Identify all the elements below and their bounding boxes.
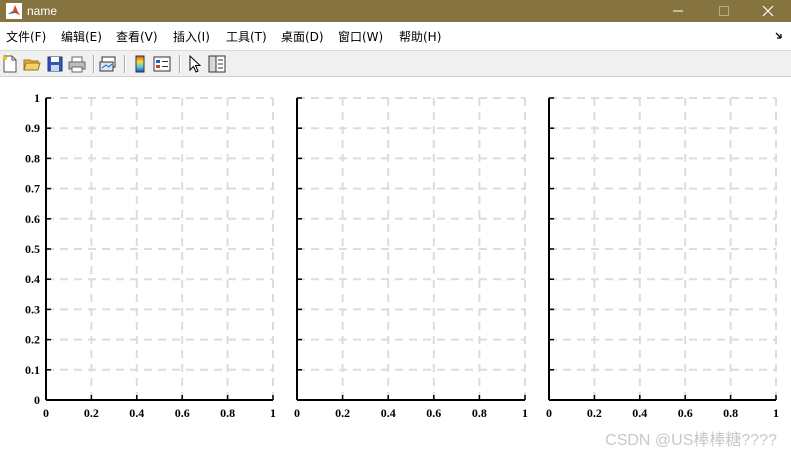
open-file-icon[interactable] [23, 55, 41, 73]
menu-insert[interactable]: 插入(I) [173, 30, 210, 44]
minimize-icon [673, 10, 683, 12]
x-tick-label: 0.8 [472, 406, 487, 420]
figure-canvas: 0 0.2 0.4 0.6 0.8 1 0 0.1 0.2 0.3 0.4 0.5 0.6 0.7 0.8 0… [0, 78, 791, 458]
menu-tools[interactable]: 工具(T) [226, 30, 267, 44]
y-tick-label: 1 [34, 91, 40, 105]
x-tick-label: 0.8 [723, 406, 738, 420]
x-tick-label: 0.4 [129, 406, 144, 420]
x-tick-label: 1 [522, 406, 528, 420]
y-tick-label: 0.5 [25, 242, 40, 256]
menu-file[interactable]: 文件(F) [6, 30, 46, 44]
menu-edit[interactable]: 编辑(E) [61, 30, 102, 44]
y-tick-label: 0.7 [25, 182, 40, 196]
y-tick-label: 0.9 [25, 121, 40, 135]
menu-window[interactable]: 窗口(W) [338, 30, 383, 44]
x-tick-label: 0 [43, 406, 49, 420]
open-property-inspector-icon[interactable] [208, 55, 226, 73]
y-tick-label: 0.6 [25, 212, 40, 226]
x-tick-label: 0.4 [381, 406, 396, 420]
toolbar-separator [179, 55, 181, 73]
y-tick-label: 0.2 [25, 333, 40, 347]
x-tick-label: 1 [773, 406, 779, 420]
maximize-icon [719, 6, 729, 16]
close-button[interactable] [745, 0, 791, 22]
menu-desktop[interactable]: 桌面(D) [281, 30, 324, 44]
y-tick-label: 0 [34, 393, 40, 407]
x-tick-label: 0.6 [678, 406, 693, 420]
figure-toolbar [0, 50, 791, 77]
menu-view[interactable]: 查看(V) [116, 30, 158, 44]
x-tick-label: 0.4 [632, 406, 647, 420]
edit-plot-icon[interactable] [186, 55, 204, 73]
menu-bar: 文件(F) 编辑(E) 查看(V) 插入(I) 工具(T) 桌面(D) 窗口(W… [0, 22, 791, 50]
y-tick-label: 0.3 [25, 302, 40, 316]
toolbar-separator [124, 55, 126, 73]
y-tick-label: 0.8 [25, 151, 40, 165]
x-tick-label: 1 [270, 406, 276, 420]
link-plot-icon[interactable] [99, 55, 117, 73]
x-tick-label: 0.2 [335, 406, 350, 420]
x-tick-label: 0.8 [220, 406, 235, 420]
subplots: 0 0.2 0.4 0.6 0.8 1 0 0.1 0.2 0.3 0.4 0.5 0.6 0.7 0.8 0… [25, 91, 779, 420]
x-tick-label: 0.2 [587, 406, 602, 420]
x-tick-label: 0 [294, 406, 300, 420]
x-tick-label: 0 [546, 406, 552, 420]
minimize-button[interactable] [655, 0, 701, 22]
new-figure-icon[interactable] [1, 55, 19, 73]
insert-colorbar-icon[interactable] [131, 55, 149, 73]
y-tick-label: 0.4 [25, 272, 40, 286]
x-tick-label: 0.2 [84, 406, 99, 420]
insert-legend-icon[interactable] [153, 55, 171, 73]
watermark: CSDN @US棒棒糖???? [605, 432, 777, 449]
print-icon[interactable] [68, 55, 86, 73]
x-tick-label: 0.6 [426, 406, 441, 420]
save-icon[interactable] [46, 55, 64, 73]
maximize-button[interactable] [701, 0, 747, 22]
title-bar[interactable]: name [0, 0, 791, 22]
y-tick-label: 0.1 [25, 363, 40, 377]
matlab-logo-icon [6, 3, 22, 19]
menu-help[interactable]: 帮助(H) [399, 30, 441, 44]
window-title: name [27, 4, 58, 18]
toolbar-separator [93, 55, 95, 73]
x-tick-label: 0.6 [175, 406, 190, 420]
dock-arrow-icon[interactable] [775, 31, 785, 41]
close-icon [762, 5, 774, 17]
